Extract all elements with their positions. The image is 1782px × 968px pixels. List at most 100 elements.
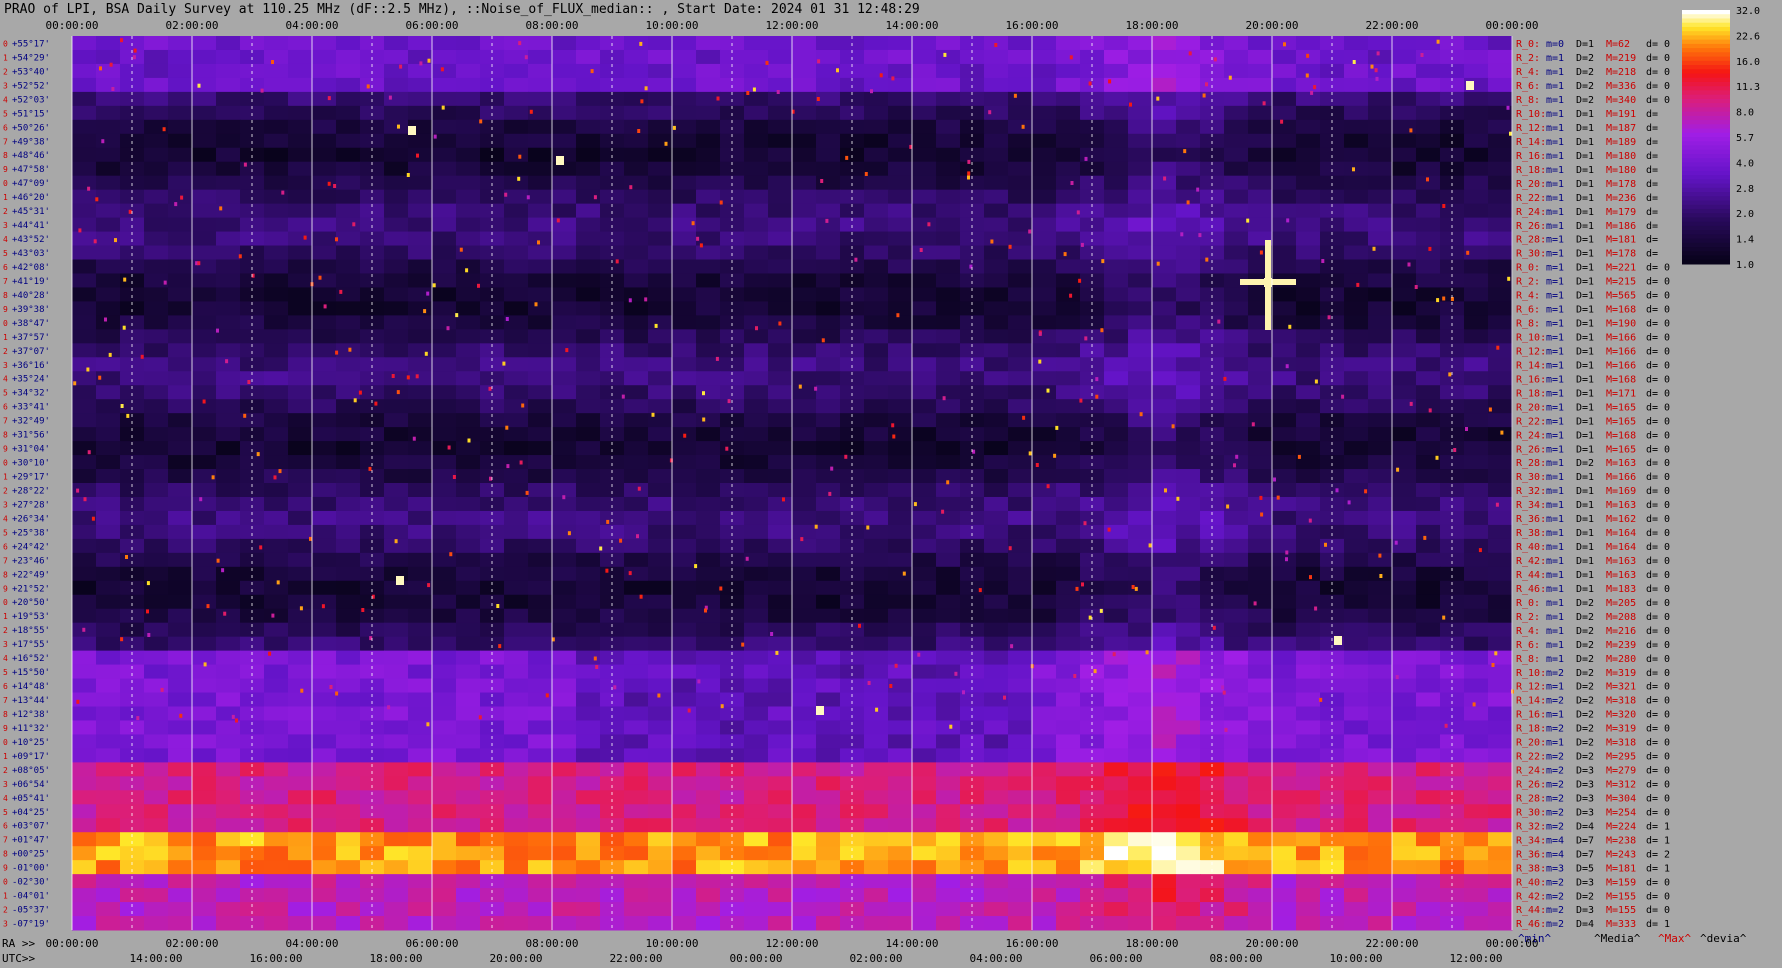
heatmap-cell xyxy=(1032,245,1057,260)
heatmap-cell xyxy=(312,119,337,135)
stat-media: D=1 xyxy=(1576,500,1594,511)
heatmap-source-pixel xyxy=(854,257,858,262)
heatmap-cell xyxy=(72,63,97,79)
heatmap-cell xyxy=(816,147,841,163)
heatmap-cell xyxy=(1248,580,1273,596)
heatmap-source-pixel xyxy=(1352,60,1356,64)
heatmap-source-pixel xyxy=(235,718,238,723)
row-index-label: 7 xyxy=(3,137,8,146)
heatmap-cell xyxy=(264,664,289,680)
stat-min: m=2 xyxy=(1546,905,1564,916)
heatmap-cell xyxy=(1008,874,1033,889)
heatmap-cell xyxy=(456,664,481,680)
heatmap-cell xyxy=(1008,161,1033,177)
heatmap-cell xyxy=(408,594,433,610)
heatmap-cell xyxy=(288,748,313,763)
heatmap-source-pixel xyxy=(231,714,235,719)
heatmap-cell xyxy=(1248,860,1273,875)
heatmap-cell xyxy=(648,720,673,735)
heatmap-source-pixel xyxy=(1235,454,1239,459)
heatmap-cell xyxy=(408,496,433,512)
heatmap-cell xyxy=(768,524,793,540)
heatmap-cell xyxy=(624,790,649,805)
heatmap-cell xyxy=(1176,119,1201,135)
heatmap-cell xyxy=(1176,357,1201,372)
heatmap-cell xyxy=(888,818,913,833)
heatmap-cell xyxy=(504,413,529,428)
heatmap-cell xyxy=(1296,496,1321,512)
heatmap-cell xyxy=(1296,664,1321,680)
heatmap-cell xyxy=(1296,413,1321,428)
heatmap-cell xyxy=(1032,203,1057,219)
heatmap-cell xyxy=(1152,538,1177,554)
heatmap-source-pixel xyxy=(521,403,525,408)
heatmap-cell xyxy=(288,189,313,205)
stat-min: m=1 xyxy=(1546,333,1564,344)
heatmap-cell xyxy=(384,552,409,568)
heatmap-cell xyxy=(1008,804,1033,819)
heatmap-cell xyxy=(168,664,193,680)
heatmap-cell xyxy=(984,552,1009,568)
heatmap-source-pixel xyxy=(715,356,719,361)
heatmap-cell xyxy=(528,259,553,274)
heatmap-cell xyxy=(1248,91,1273,107)
heatmap-cell xyxy=(768,36,793,51)
heatmap-cell xyxy=(1392,385,1417,400)
heatmap-source-pixel xyxy=(247,380,251,384)
heatmap-cell xyxy=(216,608,241,624)
heatmap-cell xyxy=(816,580,841,596)
heatmap-cell xyxy=(912,357,937,372)
heatmap-cell xyxy=(984,77,1009,93)
heatmap-cell xyxy=(552,552,577,568)
heatmap-cell xyxy=(648,469,673,484)
heatmap-cell xyxy=(288,441,313,456)
heatmap-cell xyxy=(1272,371,1297,386)
heatmap-cell xyxy=(432,524,457,540)
heatmap-cell xyxy=(456,706,481,721)
heatmap-cell xyxy=(1032,860,1057,875)
stat-min: m=1 xyxy=(1546,81,1564,92)
heatmap-cell xyxy=(792,189,817,205)
heatmap-cell xyxy=(144,706,169,721)
heatmap-cell xyxy=(288,315,313,330)
heatmap-source-pixel xyxy=(858,623,861,628)
heatmap-cell xyxy=(1152,510,1177,526)
heatmap-cell xyxy=(456,860,481,875)
heatmap-source-pixel xyxy=(1283,42,1286,47)
heatmap-cell xyxy=(408,133,433,149)
heatmap-cell xyxy=(1032,469,1057,484)
heatmap-cell xyxy=(696,888,721,903)
heatmap-cell xyxy=(888,133,913,149)
ra-axis-label: 22:00:00 xyxy=(1366,937,1419,950)
heatmap-cell xyxy=(1392,580,1417,596)
stat-min: m=1 xyxy=(1546,430,1564,441)
heatmap-cell xyxy=(1104,231,1129,247)
heatmap-cell xyxy=(528,762,553,777)
heatmap-cell xyxy=(816,664,841,680)
heatmap-cell xyxy=(792,483,817,498)
heatmap-cell xyxy=(1224,776,1249,791)
heatmap-cell xyxy=(144,790,169,805)
stat-r: R_14: xyxy=(1516,360,1546,371)
heatmap-cell xyxy=(864,692,889,707)
stat-max: M=190 xyxy=(1606,319,1636,330)
heatmap-cell xyxy=(1032,566,1057,582)
row-index-label: 1 xyxy=(3,53,8,62)
heatmap-cell xyxy=(216,287,241,302)
heatmap-cell xyxy=(576,36,601,51)
heatmap-cell xyxy=(816,231,841,247)
heatmap-cell xyxy=(1176,832,1201,847)
stat-r: R_22: xyxy=(1516,752,1546,763)
row-index-label: 2 xyxy=(3,766,8,775)
heatmap-cell xyxy=(792,496,817,512)
heatmap-cell xyxy=(384,161,409,177)
heatmap-cell xyxy=(1416,357,1441,372)
heatmap-cell xyxy=(1296,427,1321,442)
heatmap-cell xyxy=(696,776,721,791)
heatmap-cell xyxy=(288,413,313,428)
heatmap-cell xyxy=(936,259,961,274)
heatmap-cell xyxy=(1008,273,1033,288)
heatmap-cell xyxy=(312,259,337,274)
heatmap-cell xyxy=(1056,105,1081,121)
row-index-label: 3 xyxy=(3,640,8,649)
